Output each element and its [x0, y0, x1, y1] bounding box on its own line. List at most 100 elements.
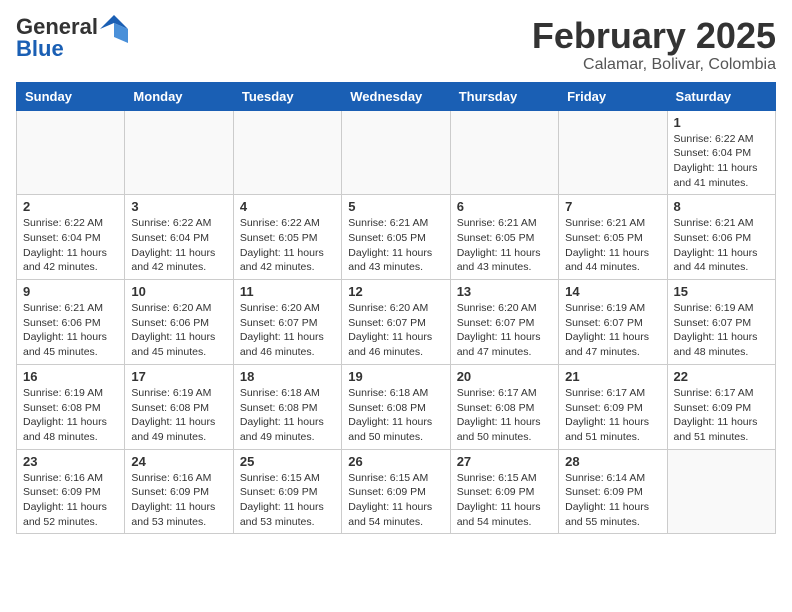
calendar-cell: 3 Sunrise: 6:22 AMSunset: 6:04 PMDaylight… [125, 195, 233, 280]
calendar-cell: 11 Sunrise: 6:20 AMSunset: 6:07 PMDayligh… [233, 280, 341, 365]
day-number: 10 [131, 284, 226, 299]
weekday-header-sunday: Sunday [17, 82, 125, 110]
calendar: SundayMondayTuesdayWednesdayThursdayFrid… [16, 82, 776, 535]
calendar-cell: 12 Sunrise: 6:20 AMSunset: 6:07 PMDayligh… [342, 280, 450, 365]
day-info: Sunrise: 6:18 AMSunset: 6:08 PMDaylight:… [240, 386, 335, 445]
day-info: Sunrise: 6:19 AMSunset: 6:07 PMDaylight:… [674, 301, 769, 360]
calendar-cell: 6 Sunrise: 6:21 AMSunset: 6:05 PMDaylight… [450, 195, 558, 280]
calendar-cell [559, 110, 667, 195]
day-number: 13 [457, 284, 552, 299]
day-number: 24 [131, 454, 226, 469]
calendar-cell: 16Sunrise: 6:19 AMSunset: 6:08 PMDayligh… [17, 364, 125, 449]
day-info: Sunrise: 6:22 AMSunset: 6:04 PMDaylight:… [674, 132, 769, 191]
day-info: Sunrise: 6:20 AMSunset: 6:07 PMDaylight:… [240, 301, 335, 360]
day-number: 17 [131, 369, 226, 384]
day-info: Sunrise: 6:17 AMSunset: 6:09 PMDaylight:… [674, 386, 769, 445]
calendar-cell: 25 Sunrise: 6:15 AMSunset: 6:09 PMDayligh… [233, 449, 341, 534]
day-number: 21 [565, 369, 660, 384]
calendar-cell [450, 110, 558, 195]
calendar-cell: 23 Sunrise: 6:16 AMSunset: 6:09 PMDayligh… [17, 449, 125, 534]
month-title: February 2025 [532, 16, 776, 56]
day-number: 19 [348, 369, 443, 384]
calendar-cell: 10 Sunrise: 6:20 AMSunset: 6:06 PMDayligh… [125, 280, 233, 365]
day-info: Sunrise: 6:19 AMSunset: 6:07 PMDaylight:… [565, 301, 660, 360]
calendar-cell [17, 110, 125, 195]
calendar-cell: 20 Sunrise: 6:17 AMSunset: 6:08 PMDayligh… [450, 364, 558, 449]
logo-blue: Blue [16, 36, 64, 61]
day-number: 22 [674, 369, 769, 384]
day-info: Sunrise: 6:17 AMSunset: 6:09 PMDaylight:… [565, 386, 660, 445]
day-number: 7 [565, 199, 660, 214]
calendar-cell: 18Sunrise: 6:18 AMSunset: 6:08 PMDayligh… [233, 364, 341, 449]
day-info: Sunrise: 6:21 AMSunset: 6:05 PMDaylight:… [348, 216, 443, 275]
logo: General Blue [16, 16, 128, 60]
day-info: Sunrise: 6:20 AMSunset: 6:07 PMDaylight:… [348, 301, 443, 360]
day-info: Sunrise: 6:15 AMSunset: 6:09 PMDaylight:… [348, 471, 443, 530]
day-number: 6 [457, 199, 552, 214]
calendar-cell: 2 Sunrise: 6:22 AMSunset: 6:04 PMDaylight… [17, 195, 125, 280]
calendar-cell: 22 Sunrise: 6:17 AMSunset: 6:09 PMDayligh… [667, 364, 775, 449]
calendar-cell: 9Sunrise: 6:21 AMSunset: 6:06 PMDaylight… [17, 280, 125, 365]
weekday-header-tuesday: Tuesday [233, 82, 341, 110]
day-info: Sunrise: 6:20 AMSunset: 6:06 PMDaylight:… [131, 301, 226, 360]
logo-icon [100, 15, 128, 43]
day-info: Sunrise: 6:22 AMSunset: 6:04 PMDaylight:… [23, 216, 118, 275]
calendar-cell [667, 449, 775, 534]
day-number: 14 [565, 284, 660, 299]
day-info: Sunrise: 6:19 AMSunset: 6:08 PMDaylight:… [131, 386, 226, 445]
weekday-header-friday: Friday [559, 82, 667, 110]
day-info: Sunrise: 6:18 AMSunset: 6:08 PMDaylight:… [348, 386, 443, 445]
day-number: 5 [348, 199, 443, 214]
calendar-cell: 1 Sunrise: 6:22 AMSunset: 6:04 PMDaylight… [667, 110, 775, 195]
calendar-cell: 24 Sunrise: 6:16 AMSunset: 6:09 PMDayligh… [125, 449, 233, 534]
calendar-cell: 17 Sunrise: 6:19 AMSunset: 6:08 PMDayligh… [125, 364, 233, 449]
weekday-header-wednesday: Wednesday [342, 82, 450, 110]
day-info: Sunrise: 6:17 AMSunset: 6:08 PMDaylight:… [457, 386, 552, 445]
day-number: 1 [674, 115, 769, 130]
day-info: Sunrise: 6:15 AMSunset: 6:09 PMDaylight:… [240, 471, 335, 530]
day-info: Sunrise: 6:21 AMSunset: 6:05 PMDaylight:… [565, 216, 660, 275]
day-number: 23 [23, 454, 118, 469]
header: General Blue February 2025 Calamar, Boli… [16, 16, 776, 74]
calendar-cell: 4Sunrise: 6:22 AMSunset: 6:05 PMDaylight… [233, 195, 341, 280]
calendar-cell [233, 110, 341, 195]
day-info: Sunrise: 6:14 AMSunset: 6:09 PMDaylight:… [565, 471, 660, 530]
day-number: 15 [674, 284, 769, 299]
title-area: February 2025 Calamar, Bolivar, Colombia [532, 16, 776, 74]
day-number: 28 [565, 454, 660, 469]
day-info: Sunrise: 6:21 AMSunset: 6:06 PMDaylight:… [674, 216, 769, 275]
weekday-header-thursday: Thursday [450, 82, 558, 110]
location-title: Calamar, Bolivar, Colombia [532, 56, 776, 74]
day-info: Sunrise: 6:15 AMSunset: 6:09 PMDaylight:… [457, 471, 552, 530]
day-info: Sunrise: 6:16 AMSunset: 6:09 PMDaylight:… [23, 471, 118, 530]
day-number: 8 [674, 199, 769, 214]
calendar-cell: 7 Sunrise: 6:21 AMSunset: 6:05 PMDaylight… [559, 195, 667, 280]
calendar-cell: 15 Sunrise: 6:19 AMSunset: 6:07 PMDayligh… [667, 280, 775, 365]
day-number: 9 [23, 284, 118, 299]
weekday-header-monday: Monday [125, 82, 233, 110]
calendar-cell: 28 Sunrise: 6:14 AMSunset: 6:09 PMDayligh… [559, 449, 667, 534]
calendar-cell: 27 Sunrise: 6:15 AMSunset: 6:09 PMDayligh… [450, 449, 558, 534]
calendar-cell: 19 Sunrise: 6:18 AMSunset: 6:08 PMDayligh… [342, 364, 450, 449]
calendar-cell: 21 Sunrise: 6:17 AMSunset: 6:09 PMDayligh… [559, 364, 667, 449]
calendar-cell: 5 Sunrise: 6:21 AMSunset: 6:05 PMDaylight… [342, 195, 450, 280]
day-number: 16 [23, 369, 118, 384]
calendar-cell: 8 Sunrise: 6:21 AMSunset: 6:06 PMDaylight… [667, 195, 775, 280]
calendar-cell: 26Sunrise: 6:15 AMSunset: 6:09 PMDayligh… [342, 449, 450, 534]
day-number: 2 [23, 199, 118, 214]
calendar-cell: 14 Sunrise: 6:19 AMSunset: 6:07 PMDayligh… [559, 280, 667, 365]
day-info: Sunrise: 6:20 AMSunset: 6:07 PMDaylight:… [457, 301, 552, 360]
day-info: Sunrise: 6:16 AMSunset: 6:09 PMDaylight:… [131, 471, 226, 530]
day-number: 12 [348, 284, 443, 299]
day-info: Sunrise: 6:22 AMSunset: 6:04 PMDaylight:… [131, 216, 226, 275]
calendar-cell [125, 110, 233, 195]
calendar-cell [342, 110, 450, 195]
day-number: 3 [131, 199, 226, 214]
calendar-cell: 13 Sunrise: 6:20 AMSunset: 6:07 PMDayligh… [450, 280, 558, 365]
day-info: Sunrise: 6:21 AMSunset: 6:05 PMDaylight:… [457, 216, 552, 275]
day-number: 27 [457, 454, 552, 469]
day-number: 20 [457, 369, 552, 384]
day-number: 11 [240, 284, 335, 299]
day-number: 25 [240, 454, 335, 469]
weekday-header-saturday: Saturday [667, 82, 775, 110]
